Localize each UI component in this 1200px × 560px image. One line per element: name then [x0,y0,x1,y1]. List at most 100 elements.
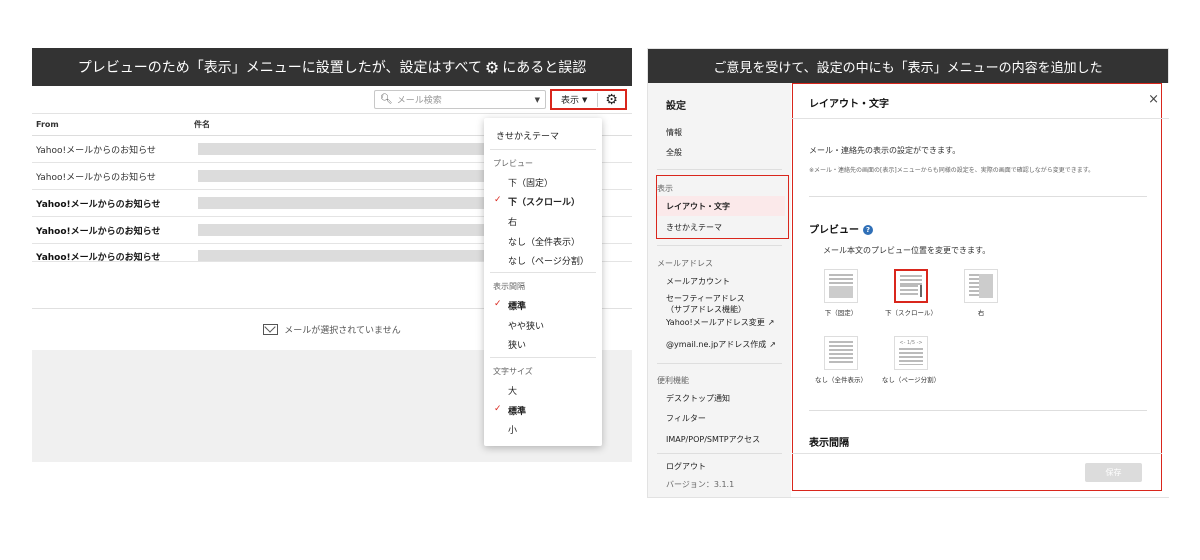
preview-description: メール本文のプレビュー位置を変更できます。 [823,246,991,255]
search-placeholder: メール検索 [396,96,442,106]
divider [657,363,782,364]
sidebar-item-safety-address[interactable]: セーフティーアドレス （サブアドレス機能） [666,293,746,315]
divider [809,410,1147,411]
divider [809,196,1147,197]
gear-icon: ⚙ [605,91,618,108]
menu-item-spacing-narrowest[interactable]: 狭い [508,338,526,351]
envelope-icon [263,324,279,335]
settings-gear-button[interactable]: ⚙ [598,92,625,108]
layout-thumbnail [824,336,858,370]
search-icon: 🔍︎ [380,94,393,105]
pager-indicator: <- 1/5 -> [899,340,923,346]
menu-item-preview-none-paged[interactable]: なし（ページ分割） [508,254,589,267]
check-icon: ✓ [494,404,502,414]
sidebar-item-imap[interactable]: IMAP/POP/SMTPアクセス [666,434,760,445]
sidebar-item-account[interactable]: メールアカウント [666,276,730,287]
sidebar-section-features: 便利機能 [657,376,689,385]
view-settings-group: 表示 ▼ ⚙ [550,81,1133,110]
view-menu-button[interactable]: 表示 ▼ [552,93,597,107]
preview-title-text: プレビュー [809,225,859,236]
column-from[interactable]: From [32,120,194,129]
settings-content: レイアウト・文字 × メール・連絡先の表示の設定ができます。 ※メール・連絡先の… [791,83,1169,497]
page-title: レイアウト・文字 [809,99,889,110]
menu-section-spacing: 表示間隔 [493,282,525,291]
divider [657,245,782,246]
address-change-label: Yahoo!メールアドレス変更 [666,318,765,327]
right-caption-banner: ご意見を受けて、設定の中にも「表示」メニューの内容を追加した [648,49,1168,83]
menu-item-preview-bottom-fixed[interactable]: 下（固定） [508,176,553,189]
mail-subject-placeholder [198,197,488,209]
gear-icon: ⚙ [484,57,500,77]
menu-item-font-large[interactable]: 大 [508,384,517,397]
ymail-label: @ymail.ne.jpアドレス作成 [666,340,767,349]
mail-subject-placeholder [198,143,488,155]
menu-item-preview-bottom-scroll[interactable]: 下（スクロール） [508,195,580,208]
preview-option-none-all[interactable]: なし（全件表示） [811,336,871,384]
divider [791,118,1169,119]
divider [657,453,782,454]
preview-option-right[interactable]: 右 [951,269,1011,317]
preview-option-bottom-fixed[interactable]: 下（固定） [811,269,871,317]
settings-note: ※メール・連絡先の画面の[表示]メニューからも同様の設定を、実際の画面で確認しな… [809,167,1095,174]
sidebar-item-logout[interactable]: ログアウト [666,461,706,472]
view-dropdown-menu: きせかえテーマ プレビュー 下（固定） ✓ 下（スクロール） 右 なし（全件表示… [484,118,602,446]
divider [490,149,596,150]
mail-subject-placeholder [198,250,488,261]
option-label: なし（ページ分割） [881,376,941,384]
safety-address-line1: セーフティーアドレス [666,294,745,303]
banner-text-before: プレビューのため「表示」メニューに設置したが、設定はすべて [77,60,482,76]
option-label: 右 [977,309,985,317]
external-link-icon: ↗ [769,340,776,349]
sidebar-item-general[interactable]: 全般 [666,147,682,158]
layout-thumbnail [894,269,928,303]
mail-subject-placeholder [198,170,488,182]
menu-item-spacing-standard[interactable]: 標準 [508,299,526,312]
menu-item-spacing-narrow[interactable]: やや狭い [508,319,544,332]
mail-from: Yahoo!メールからのお知らせ [36,172,156,183]
sidebar-item-desktop-notification[interactable]: デスクトップ通知 [666,393,730,404]
view-menu-label: 表示 [561,96,580,106]
safety-address-line2: （サブアドレス機能） [666,305,746,314]
sidebar-item-filter[interactable]: フィルター [666,413,706,424]
spacing-section-title: 表示間隔 [809,438,849,449]
mail-from: Yahoo!メールからのお知らせ [36,145,156,156]
sidebar-item-address-change[interactable]: Yahoo!メールアドレス変更 ↗ [666,317,774,328]
chevron-down-icon: ▼ [582,95,588,104]
menu-item-font-small[interactable]: 小 [508,423,517,436]
save-button[interactable]: 保存 [1085,463,1142,482]
preview-option-none-paged[interactable]: <- 1/5 -> なし（ページ分割） [881,336,941,384]
mail-from: Yahoo!メールからのお知らせ [36,253,161,262]
mail-from: Yahoo!メールからのお知らせ [36,226,161,237]
close-icon[interactable]: × [1148,92,1159,107]
search-input[interactable]: 🔍︎ メール検索 ▼ [374,90,546,109]
mail-subject-placeholder [198,224,488,236]
column-subject[interactable]: 件名 [194,119,210,130]
help-icon[interactable]: ? [863,225,873,235]
mail-toolbar: 🔍︎ メール検索 ▼ 表示 ▼ ⚙ [32,81,1133,114]
divider [490,357,596,358]
menu-section-preview: プレビュー [493,159,533,168]
sidebar-section-address: メールアドレス [657,259,713,268]
highlight-box [656,175,789,239]
divider [657,169,782,170]
layout-thumbnail [824,269,858,303]
left-caption-banner: プレビューのため「表示」メニューに設置したが、設定はすべて ⚙ にあると誤認 [32,48,632,86]
option-label: 下（スクロール） [885,309,937,317]
menu-item-preview-none-all[interactable]: なし（全件表示） [508,235,580,248]
settings-description: メール・連絡先の表示の設定ができます。 [809,146,961,155]
sidebar-item-info[interactable]: 情報 [666,127,682,138]
banner-text-after: にあると誤認 [502,60,587,76]
menu-item-theme[interactable]: きせかえテーマ [496,129,559,142]
right-screenshot: ご意見を受けて、設定の中にも「表示」メニューの内容を追加した 設定 情報 全般 … [647,48,1169,498]
external-link-icon: ↗ [767,318,775,327]
chevron-down-icon[interactable]: ▼ [535,96,540,104]
preview-option-bottom-scroll[interactable]: 下（スクロール） [881,269,941,317]
option-label: 下（固定） [824,309,858,317]
layout-thumbnail: <- 1/5 -> [894,336,928,370]
settings-sidebar: 設定 情報 全般 表示 レイアウト・文字 きせかえテーマ メールアドレス メール… [648,83,791,497]
menu-item-preview-right[interactable]: 右 [508,215,517,228]
layout-thumbnail [964,269,998,303]
sidebar-item-ymail[interactable]: @ymail.ne.jpアドレス作成 ↗ [666,339,776,350]
menu-item-font-standard[interactable]: 標準 [508,404,526,417]
divider [792,453,1162,454]
